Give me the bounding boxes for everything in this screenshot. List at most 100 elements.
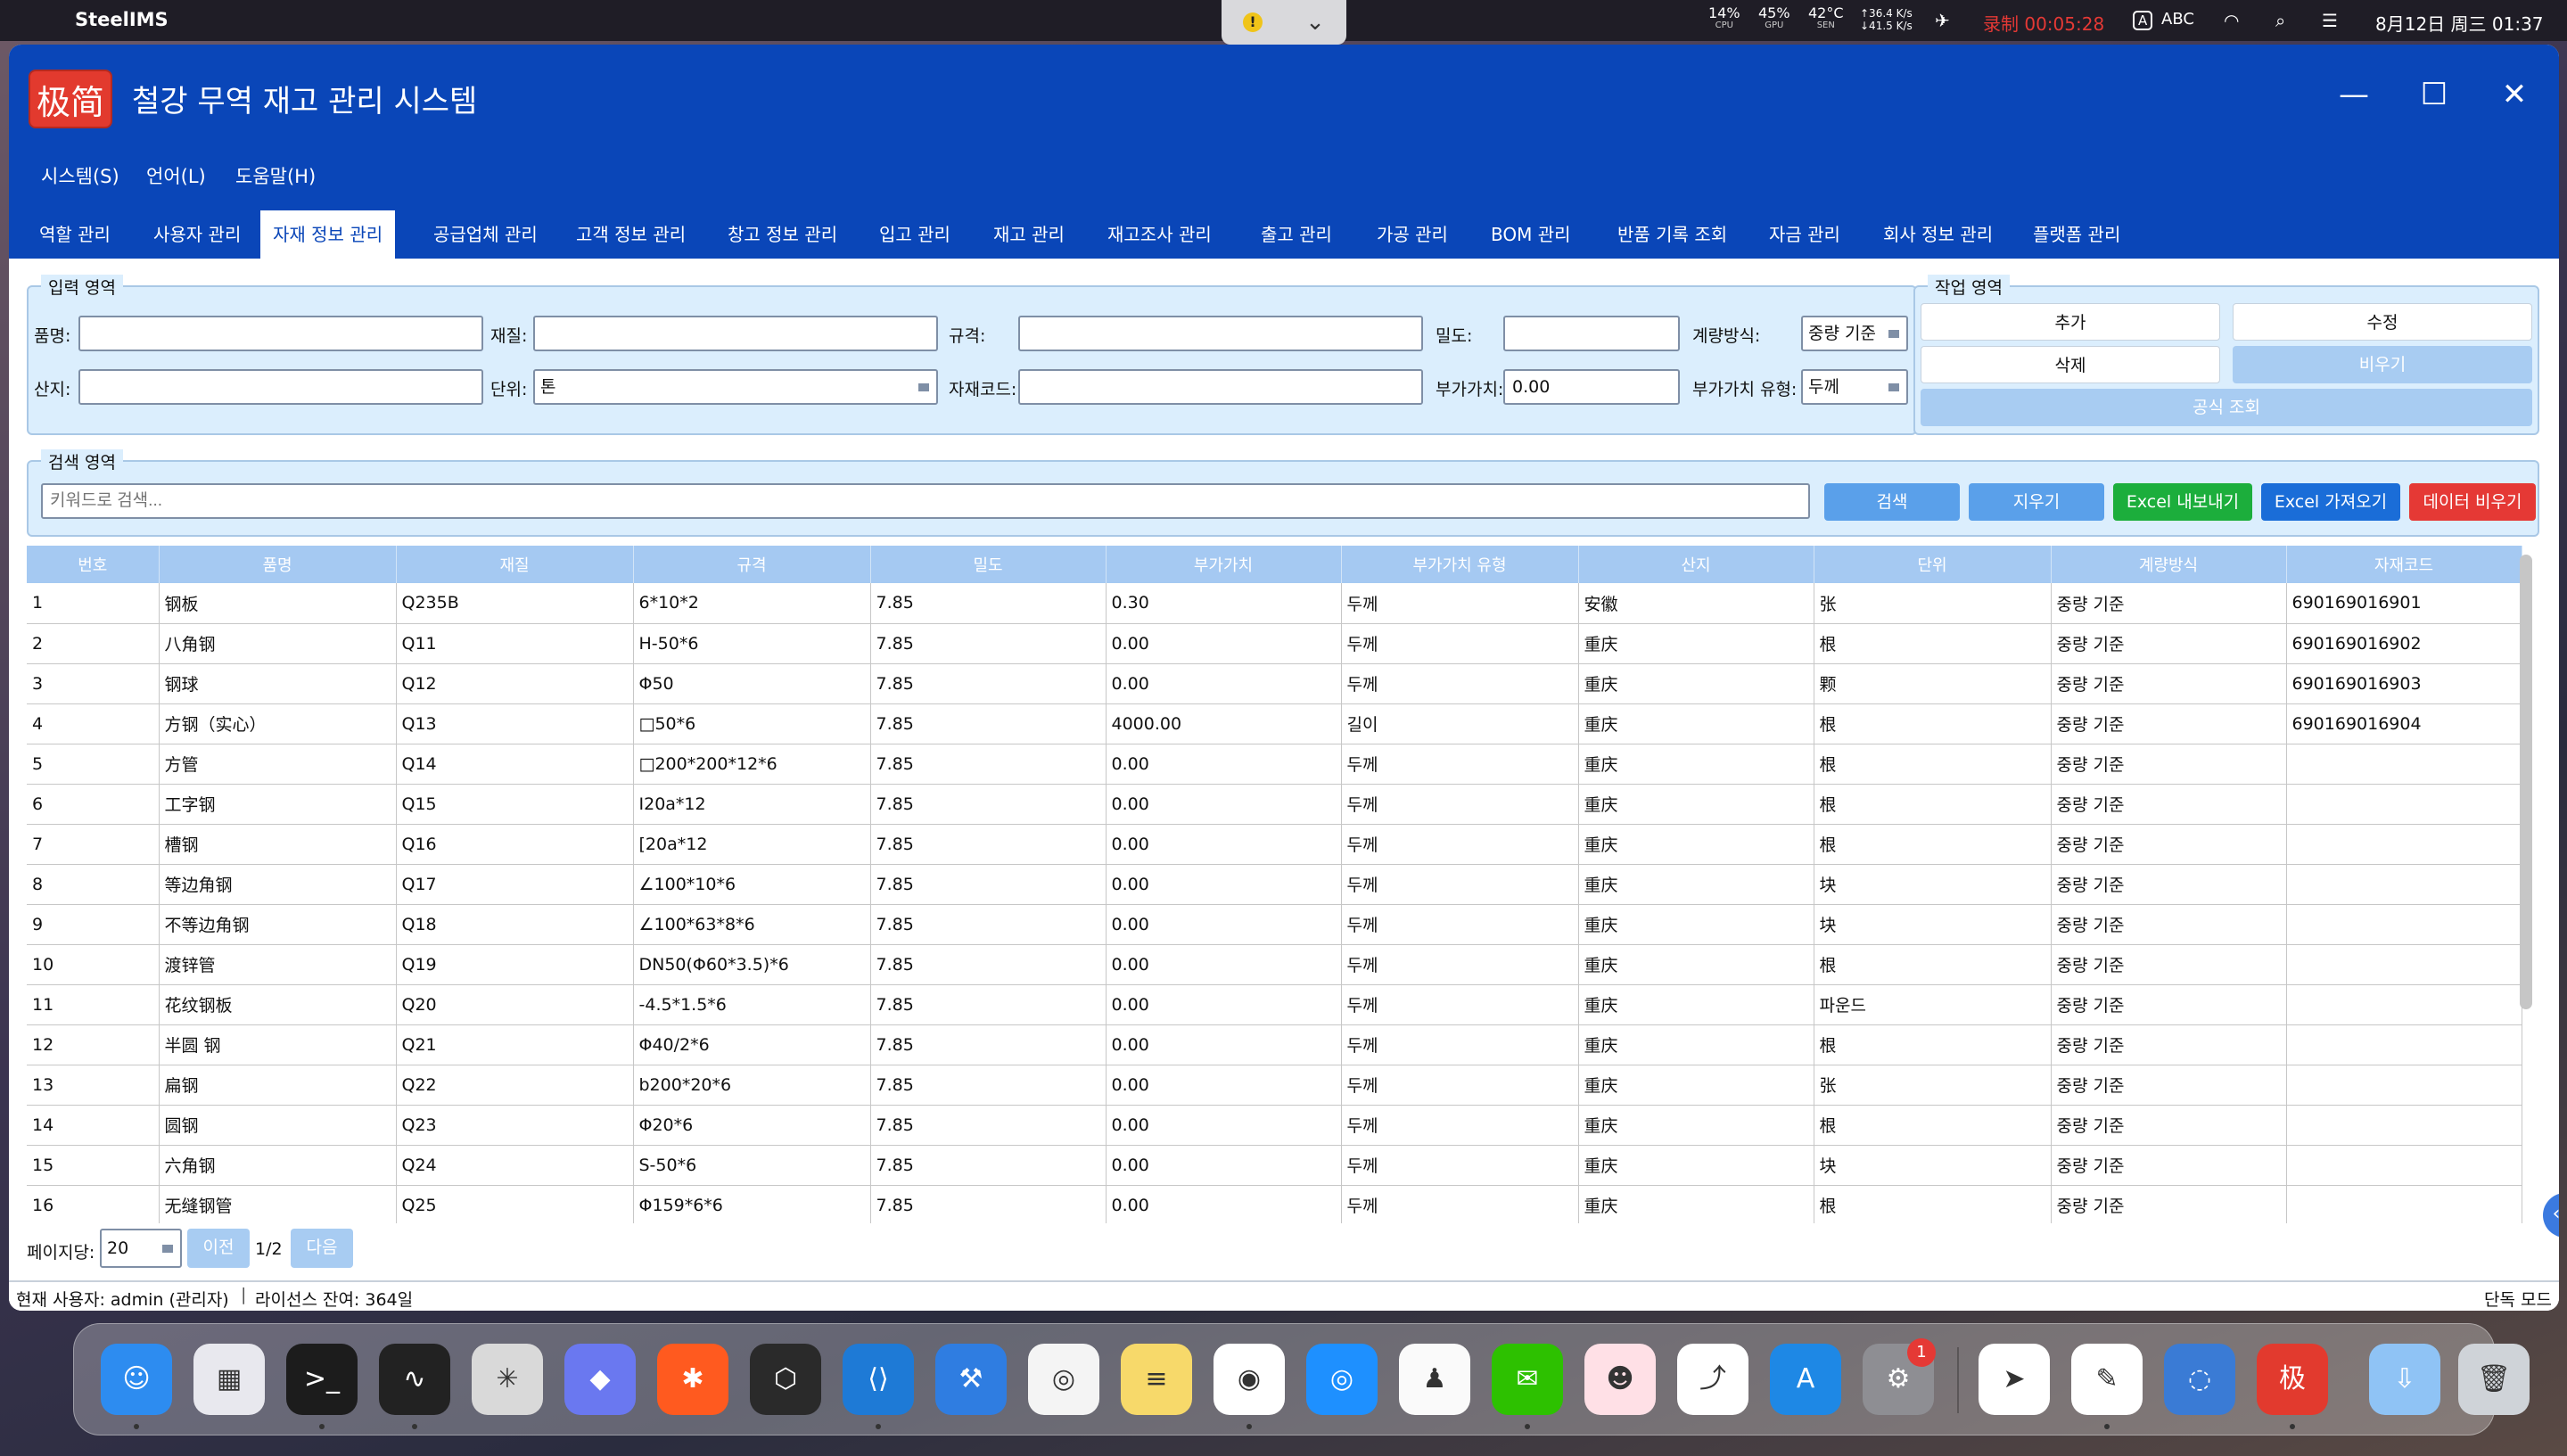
dock-app-store-icon[interactable]: A — [1770, 1344, 1841, 1415]
dock-chrome-icon[interactable]: ◉ — [1214, 1344, 1285, 1415]
density-input[interactable] — [1503, 316, 1680, 351]
menubar-app-name[interactable]: SteelIMS — [75, 9, 169, 30]
bird-icon[interactable]: ✈ — [1935, 10, 1950, 31]
add-button[interactable]: 추가 — [1921, 303, 2220, 341]
table-row[interactable]: 7 槽钢 Q16 [20a*12 7.85 0.00 두께 重庆根 중량 기준 — [27, 824, 2522, 865]
table-row[interactable]: 14 圆钢 Q23 Φ20*6 7.85 0.00 두께 重庆根 중량 기준 — [27, 1105, 2522, 1146]
table-row[interactable]: 4 方钢（实心） Q13 □50*6 7.85 4000.00 길이 重庆根 중량 기준 6901… — [27, 703, 2522, 744]
table-row[interactable]: 1 钢板 Q235B 6*10*2 7.85 0.30 두께 安徽张 중량 기준 69016901… — [27, 583, 2522, 624]
tab-inbound[interactable]: 입고 관리 — [867, 210, 963, 259]
tab-stocktake[interactable]: 재고조사 관리 — [1095, 210, 1224, 259]
material-input[interactable] — [533, 316, 938, 351]
measure-select[interactable]: 중량 기준 — [1801, 316, 1908, 351]
table-row[interactable]: 10 渡锌管 Q19 DN50(Φ60*3.5)*6 7.85 0.00 두께 重庆根 중량 기… — [27, 944, 2522, 985]
excel-import-button[interactable]: Excel 가져오기 — [2261, 483, 2400, 521]
column-header[interactable]: 단위 — [1814, 546, 2052, 583]
table-row[interactable]: 6 工字钢 Q15 I20a*12 7.85 0.00 두께 重庆根 중량 기준 — [27, 784, 2522, 825]
tab-platform[interactable]: 플랫폼 관리 — [2020, 210, 2133, 259]
control-center-icon[interactable]: ☰ — [2322, 10, 2338, 31]
tab-user[interactable]: 사용자 관리 — [141, 210, 253, 259]
column-header[interactable]: 자재코드 — [2286, 546, 2522, 583]
dock-textedit-icon[interactable]: ✎ — [2071, 1344, 2143, 1415]
network-stat[interactable]: ↑36.4 K/s ↓41.5 K/s — [1860, 7, 1913, 32]
dock-wechat-icon[interactable]: ✉ — [1492, 1344, 1563, 1415]
dock-terminal-icon[interactable]: >_ — [286, 1344, 358, 1415]
added-type-select[interactable]: 두께 — [1801, 369, 1908, 405]
table-row[interactable]: 11 花纹钢板 Q20 -4.5*1.5*6 7.85 0.00 두께 重庆 파운드 중량 기준 — [27, 984, 2522, 1025]
input-source-icon[interactable]: A — [2133, 11, 2153, 30]
dock-steelims-icon[interactable]: 极 — [2257, 1344, 2328, 1415]
dock-finder-icon[interactable]: ☺ — [101, 1344, 172, 1415]
column-header[interactable]: 재질 — [396, 546, 634, 583]
formula-button[interactable]: 공식 조회 — [1921, 389, 2532, 426]
code-input[interactable] — [1018, 369, 1423, 405]
next-page-button[interactable]: 다음 — [291, 1229, 353, 1268]
column-header[interactable]: 산지 — [1578, 546, 1814, 583]
dock-loupe-icon[interactable]: ◌ — [2164, 1344, 2235, 1415]
dock-lark-icon[interactable]: ⤴ — [1677, 1344, 1748, 1415]
side-panel-handle-icon[interactable]: ‹ — [2543, 1193, 2559, 1238]
table-scrollbar[interactable] — [2520, 555, 2532, 1009]
dock-trash-icon[interactable]: 🗑 — [2458, 1344, 2530, 1415]
added-value-input[interactable]: 0.00 — [1503, 369, 1680, 405]
table-row[interactable]: 8 等边角钢 Q17 ∠100*10*6 7.85 0.00 두께 重庆块 중량 기준 — [27, 864, 2522, 905]
minimize-icon[interactable]: — — [2327, 77, 2381, 112]
dock-qq-icon[interactable]: ♟ — [1399, 1344, 1470, 1415]
column-header[interactable]: 밀도 — [870, 546, 1107, 583]
dock-baidu-netdisk-icon[interactable]: ◎ — [1028, 1344, 1099, 1415]
dock-dingtalk-icon[interactable]: ➤ — [1979, 1344, 2050, 1415]
dock-activity-monitor-icon[interactable]: ∿ — [379, 1344, 450, 1415]
table-row[interactable]: 9 不等边角钢 Q18 ∠100*63*8*6 7.85 0.00 두께 重庆块 중량 기준 — [27, 904, 2522, 945]
cpu-stat[interactable]: 14% CPU — [1708, 6, 1740, 32]
table-row[interactable]: 2 八角钢 Q11 H-50*6 7.85 0.00 두께 重庆根 중량 기준 690169016… — [27, 623, 2522, 664]
reset-button[interactable]: 지우기 — [1969, 483, 2104, 521]
dock-copilot-icon[interactable]: ◆ — [564, 1344, 636, 1415]
input-source-label[interactable]: ABC — [2161, 10, 2194, 29]
menu-system[interactable]: 시스템(S) — [41, 162, 119, 189]
edit-button[interactable]: 수정 — [2233, 303, 2532, 341]
table-row[interactable]: 16 无缝钢管 Q25 Φ159*6*6 7.85 0.00 두께 重庆根 중량 기준 — [27, 1185, 2522, 1223]
dock-avatar-icon[interactable]: ☻ — [1584, 1344, 1656, 1415]
gpu-stat[interactable]: 45% GPU — [1758, 6, 1790, 32]
search-button[interactable]: 검색 — [1824, 483, 1960, 521]
column-header[interactable]: 부가가치 — [1106, 546, 1342, 583]
dock-cursor-icon[interactable]: ⬡ — [750, 1344, 821, 1415]
search-input[interactable] — [41, 483, 1810, 519]
tab-returns[interactable]: 반품 기록 조회 — [1605, 210, 1740, 259]
column-header[interactable]: 계량방식 — [2051, 546, 2287, 583]
clear-button[interactable]: 비우기 — [2233, 346, 2532, 383]
dock-downloads-icon[interactable]: ⇩ — [2369, 1344, 2440, 1415]
column-header[interactable]: 부가가치 유형 — [1341, 546, 1579, 583]
tab-company[interactable]: 회사 정보 관리 — [1871, 210, 2005, 259]
dock-notes-icon[interactable]: ≡ — [1121, 1344, 1192, 1415]
tab-inventory[interactable]: 재고 관리 — [981, 210, 1077, 259]
per-page-select[interactable]: 20 — [100, 1229, 182, 1268]
dock-claude-icon[interactable]: ✳ — [472, 1344, 543, 1415]
column-header[interactable]: 품명 — [159, 546, 397, 583]
tab-warehouse[interactable]: 창고 정보 관리 — [715, 210, 850, 259]
unit-select[interactable]: 톤 — [533, 369, 938, 405]
spec-input[interactable] — [1018, 316, 1423, 351]
tab-customer[interactable]: 고객 정보 관리 — [564, 210, 698, 259]
tab-outbound[interactable]: 출고 관리 — [1248, 210, 1345, 259]
tab-material[interactable]: 자재 정보 관리 — [260, 210, 396, 259]
table-row[interactable]: 5 方管 Q14 □200*200*12*6 7.85 0.00 두께 重庆根 중량 기준 — [27, 744, 2522, 785]
table-row[interactable]: 13 扁钢 Q22 b200*20*6 7.85 0.00 두께 重庆张 중량 기준 — [27, 1065, 2522, 1106]
dock-xcode-icon[interactable]: ⚒ — [935, 1344, 1007, 1415]
menu-help[interactable]: 도움말(H) — [235, 162, 316, 189]
tab-funds[interactable]: 자금 관리 — [1757, 210, 1853, 259]
notch-widget[interactable]: ! ⌄ — [1222, 0, 1346, 45]
delete-button[interactable]: 삭제 — [1921, 346, 2220, 383]
dock-safari-icon[interactable]: ◎ — [1306, 1344, 1378, 1415]
tab-role[interactable]: 역할 관리 — [27, 210, 123, 259]
clear-data-button[interactable]: 데이터 비우기 — [2409, 483, 2536, 521]
table-row[interactable]: 3 钢球 Q12 Φ50 7.85 0.00 두께 重庆颗 중량 기준 690169016903 — [27, 663, 2522, 704]
menu-language[interactable]: 언어(L) — [146, 162, 206, 189]
column-header[interactable]: 규격 — [633, 546, 871, 583]
spotlight-search-icon[interactable]: ⌕ — [2275, 10, 2285, 31]
table-row[interactable]: 12 半圆 钢 Q21 Φ40/2*6 7.85 0.00 두께 重庆根 중량 기준 — [27, 1024, 2522, 1065]
dock-vs-code-icon[interactable]: ⟨⟩ — [843, 1344, 914, 1415]
table-row[interactable]: 15 六角钢 Q24 S-50*6 7.85 0.00 두께 重庆块 중량 기준 — [27, 1145, 2522, 1186]
wifi-icon[interactable]: ◠ — [2224, 10, 2239, 31]
dock-perplexity-icon[interactable]: ✱ — [657, 1344, 728, 1415]
